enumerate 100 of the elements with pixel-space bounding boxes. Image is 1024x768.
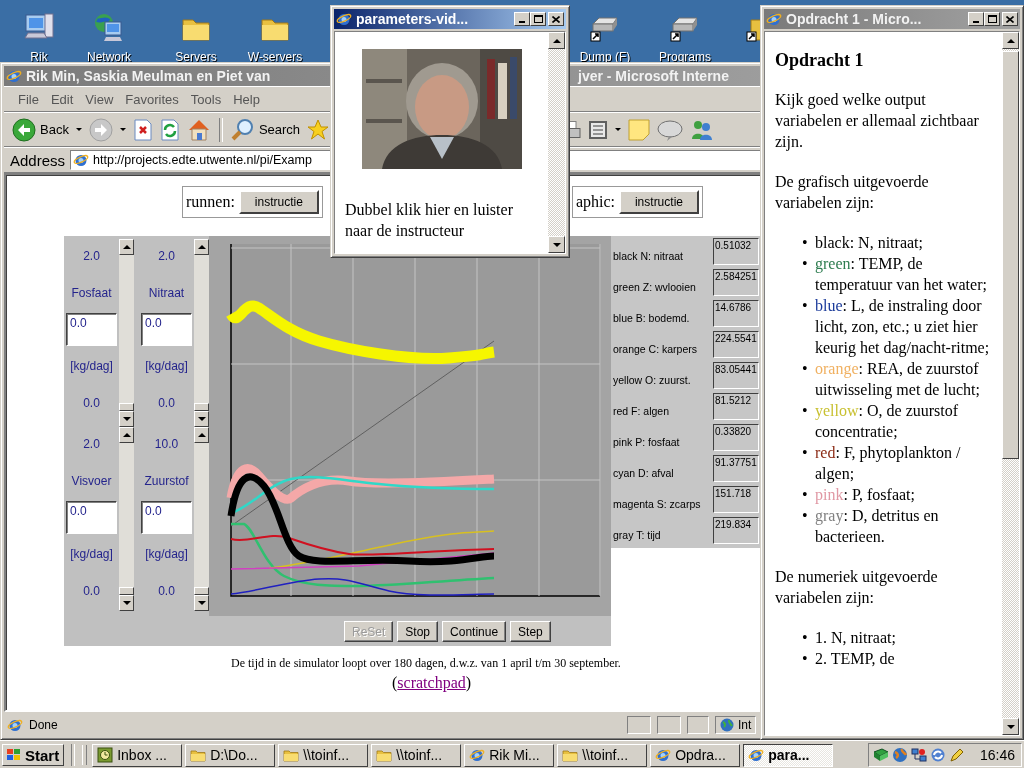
value-field[interactable]: 0.0 — [141, 501, 192, 534]
menu-item[interactable]: Favorites — [119, 91, 185, 107]
desktop-icon-label[interactable]: Network — [87, 50, 131, 64]
output-label: black N: nitraat — [612, 249, 685, 262]
list-item: black: N, nitraat; — [815, 233, 923, 253]
bullet: • — [802, 443, 809, 463]
simulation-button[interactable]: Stop — [397, 621, 439, 642]
output-label: yellow O: zuurst. — [612, 373, 692, 386]
bullet: • — [802, 628, 809, 648]
max-value: 10.0 — [154, 436, 179, 453]
taskbar-button[interactable]: D:\Do... — [185, 743, 276, 767]
list-item: orange: REA, de zuurstof uitwisseling met de lucht; — [815, 359, 981, 400]
simulation-button[interactable]: Continue — [442, 621, 507, 642]
taskbar-button[interactable]: Inbox ... — [92, 743, 183, 767]
list-item: 2. TEMP, de — [815, 649, 895, 669]
menu-item[interactable]: Help — [227, 91, 266, 107]
paragraph: Kijk goed welke output variabelen er allemaal zichtbaar zijn. — [775, 90, 980, 152]
search-button[interactable]: Search — [228, 115, 303, 144]
list-item: gray: D, detritus en bacterieen. — [815, 506, 940, 547]
max-value: 2.0 — [158, 248, 175, 265]
output-label: cyan D: afval — [612, 466, 675, 479]
field-label: aphic: — [575, 193, 615, 211]
list-item: red: F, phytoplankton / algen; — [815, 443, 962, 484]
parameter-label: Fosfaat — [71, 285, 112, 302]
unit-label: [kg/dag] — [145, 546, 188, 563]
min-value: 0.0 — [83, 583, 100, 600]
unit-label: [kg/dag] — [70, 546, 113, 563]
output-label: orange C: karpers — [612, 342, 699, 355]
output-value-field: 81.5212 — [713, 393, 759, 420]
taskbar-button[interactable]: Opdra... — [650, 743, 741, 767]
output-label: magenta S: zcarps — [612, 497, 702, 510]
output-value-field: 14.6786 — [713, 300, 759, 327]
output-value-field: 224.5541 — [713, 331, 759, 358]
output-value-field: 0.33820 — [713, 424, 759, 451]
menu-item[interactable]: Edit — [44, 91, 80, 107]
menu-item[interactable]: Tools — [184, 91, 228, 107]
taskbar-button[interactable]: para... — [743, 743, 834, 767]
paragraph: De numeriek uitgevoerde variabelen zijn: — [775, 567, 939, 608]
list-item: pink: P, fosfaat; — [815, 485, 915, 505]
output-label: blue B: bodemd. — [612, 311, 691, 324]
bullet: • — [802, 506, 809, 526]
output-value-field: 91.37751 — [713, 455, 759, 482]
desktop-icon-label[interactable]: W-servers — [247, 50, 303, 64]
window-title: parameters-vid... — [356, 11, 469, 27]
unit-label: [kg/dag] — [145, 358, 188, 375]
min-value: 0.0 — [83, 395, 100, 412]
parameter-label: Visvoer — [71, 473, 112, 490]
output-value-field: 219.834 — [713, 517, 759, 544]
desktop-icon-label[interactable]: Programs — [659, 50, 711, 64]
zone-text: Int — [738, 718, 752, 732]
start-button[interactable]: Start — [2, 744, 65, 766]
instruction-button[interactable]: instructie — [238, 190, 319, 214]
output-label: gray T: tijd — [612, 528, 662, 541]
bullet: • — [802, 296, 809, 316]
bullet: • — [802, 359, 809, 379]
desktop-icon-label[interactable]: Servers — [175, 50, 217, 64]
paragraph: De grafisch uitgevoerde variabelen zijn: — [775, 172, 930, 213]
address-label: Address — [10, 151, 66, 169]
list-item: blue: L, de instraling door licht, zon, etc.; u ziet hier keurig het dag/nacht-ritme; — [815, 296, 991, 358]
status-text: Done — [29, 718, 59, 732]
taskbar-button[interactable]: \\toinf... — [371, 743, 462, 767]
instruction-text: Dubbel klik hier en luister naar de instructeur — [345, 200, 514, 241]
scratchpad-link[interactable]: scratchpad — [397, 674, 466, 691]
value-field[interactable]: 0.0 — [66, 313, 117, 346]
bullet: • — [802, 401, 809, 421]
bullet: • — [802, 485, 809, 505]
taskbar-button[interactable]: \\toinf... — [278, 743, 369, 767]
desktop-icon-label[interactable]: Rik — [30, 50, 48, 64]
field-label: runnen: — [186, 193, 235, 211]
menu-item[interactable]: View — [79, 91, 120, 107]
parameter-label: Nitraat — [148, 285, 185, 302]
output-value-field: 0.51032 — [713, 238, 759, 265]
heading: Opdracht 1 — [775, 49, 865, 72]
bullet: • — [802, 233, 809, 253]
max-value: 2.0 — [83, 436, 100, 453]
output-value-field: 83.05441 — [713, 362, 759, 389]
output-label: red F: algen — [612, 404, 671, 417]
instruction-button[interactable]: instructie — [618, 190, 699, 214]
max-value: 2.0 — [83, 248, 100, 265]
taskbar-button[interactable]: Rik Mi... — [464, 743, 555, 767]
parameter-label: Zuurstof — [144, 473, 189, 490]
back-button[interactable]: Back — [10, 115, 71, 144]
bullet: • — [802, 649, 809, 669]
menu-item[interactable]: File — [12, 91, 45, 107]
min-value: 0.0 — [158, 583, 175, 600]
taskbar-button[interactable]: \\toinf... — [557, 743, 648, 767]
list-item: green: TEMP, de temperatuur van het water; — [815, 254, 988, 295]
min-value: 0.0 — [158, 395, 175, 412]
value-field[interactable]: 0.0 — [141, 313, 192, 346]
caption-text: De tijd in de simulator loopt over 180 dagen, d.w.z. van 1 april t/m 30 september. — [231, 656, 621, 671]
list-item: 1. N, nitraat; — [815, 628, 896, 648]
window-title: Opdracht 1 - Micro... — [786, 11, 922, 27]
value-field[interactable]: 0.0 — [66, 501, 117, 534]
window-title: jver - Microsoft Interne — [576, 68, 729, 84]
output-label: pink P: fosfaat — [612, 435, 681, 448]
bullet: • — [802, 254, 809, 274]
simulation-button[interactable]: Step — [510, 621, 551, 642]
unit-label: [kg/dag] — [70, 358, 113, 375]
output-value-field: 151.718 — [713, 486, 759, 513]
list-item: yellow: O, de zuurstof concentratie; — [815, 401, 960, 442]
